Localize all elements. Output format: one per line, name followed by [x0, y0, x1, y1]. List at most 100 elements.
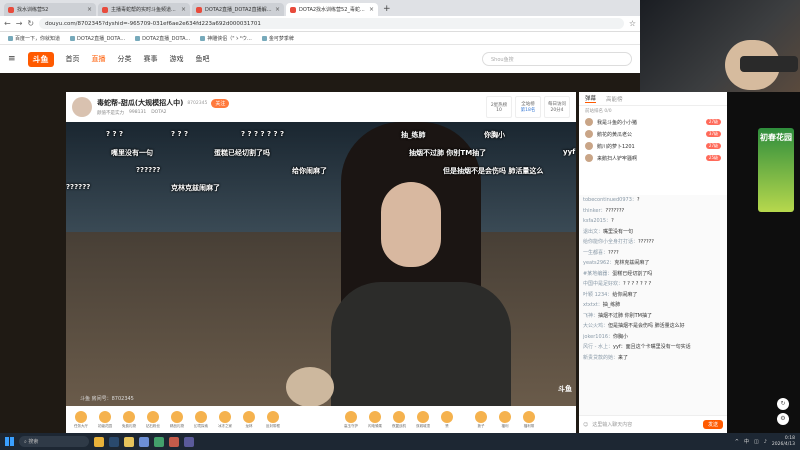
- ime-indicator[interactable]: 中: [744, 438, 749, 445]
- rank-row[interactable]: 鹅川的萝卜1201 27级: [579, 140, 727, 152]
- gift-item[interactable]: 任务大厅: [70, 410, 92, 429]
- reload-icon[interactable]: ↻: [27, 19, 34, 28]
- dragon-icon: [243, 410, 255, 423]
- new-tab-icon[interactable]: +: [383, 4, 391, 14]
- menu-icon[interactable]: ≡: [8, 54, 16, 64]
- windows-start-icon[interactable]: [5, 437, 14, 446]
- tab-rank[interactable]: 高能榜: [606, 95, 623, 103]
- site-rank-button[interactable]: 全站榜 第18名: [515, 96, 541, 118]
- app-icon[interactable]: [184, 436, 194, 447]
- bookmark-item[interactable]: DOTA2直播_DOTA...: [135, 35, 190, 42]
- chat-message-list[interactable]: tobecontinued0973：? thinker：??????? ksfa…: [579, 195, 727, 415]
- browser-tab-2[interactable]: 主播毒蛇帮的实时斗鱼频道... ×: [98, 3, 190, 16]
- site-search-input[interactable]: Shou鱼搜: [482, 52, 632, 66]
- gift-item[interactable]: 福利带: [518, 410, 540, 429]
- chat-message: tobecontinued0973：?: [583, 197, 640, 203]
- star-icon[interactable]: ☆: [629, 19, 636, 28]
- steam-icon[interactable]: [109, 436, 119, 447]
- event-banner[interactable]: 初春花园: [758, 128, 794, 212]
- site-logo[interactable]: 斗鱼: [27, 51, 54, 67]
- settings-icon[interactable]: ⚙: [777, 413, 789, 425]
- close-icon[interactable]: ×: [369, 6, 374, 13]
- gift-item[interactable]: 反封带框: [262, 410, 284, 429]
- emoji-icon[interactable]: ☺: [583, 422, 588, 428]
- room-title: 毒蛇帮-甜瓜(大规模招人中): [97, 99, 184, 107]
- gift-item[interactable]: 扳子: [470, 410, 492, 429]
- douyu-favicon-icon: [290, 6, 296, 13]
- video-logo: 斗鱼: [558, 385, 572, 393]
- system-tray: ^ 中 ◫ ♪ 0:18 2026/4/13: [735, 436, 795, 448]
- hot-rank-button[interactable]: 2星热榜 10: [486, 96, 512, 118]
- gift-item[interactable]: 幻境探索: [190, 410, 212, 429]
- url-field[interactable]: douyu.com/8702345?dyshid=-965709-031ef6a…: [39, 18, 624, 29]
- bookmarks-bar: 百度一下，你就知道 DOTA2直播_DOTA... DOTA2直播_DOTA..…: [0, 32, 640, 45]
- browser-tab-3[interactable]: DOTA2直播_DOTA2直播解说... ×: [192, 3, 284, 16]
- rank-row[interactable]: 来鹅扫人铲牢骚啊 25级: [579, 152, 727, 164]
- danmaku-text: 抽_练肺: [401, 131, 426, 139]
- thumbs-up-icon: [441, 410, 453, 423]
- rank-row[interactable]: 我是斗鱼的小小猪 27级: [579, 116, 727, 128]
- app-icon[interactable]: [169, 436, 179, 447]
- close-icon[interactable]: ×: [181, 6, 186, 13]
- app-icon[interactable]: [139, 436, 149, 447]
- refresh-icon[interactable]: ↻: [777, 398, 789, 410]
- browser-tab-4[interactable]: DOTA2找水训练营52_毒蛇... ×: [286, 3, 378, 16]
- douyu-favicon-icon: [102, 6, 108, 13]
- room-tag[interactable]: 颜值不是实力: [97, 110, 124, 116]
- gift-item[interactable]: 钻石粉丝: [142, 410, 164, 429]
- gift-item[interactable]: 初级花园: [94, 410, 116, 429]
- room-tag[interactable]: DOTA2: [151, 110, 166, 116]
- gift-item[interactable]: 免费礼物: [118, 410, 140, 429]
- gift-item[interactable]: 双城城顶: [412, 410, 434, 429]
- bookmark-item[interactable]: DOTA2直播_DOTA...: [70, 35, 125, 42]
- video-player[interactable]: ? ? ? ? ? ? ? ? ? ? ? ? ? 抽_练肺 你胸小 嘴里没有一…: [66, 122, 576, 406]
- level-badge: 27级: [705, 143, 721, 149]
- nav-games[interactable]: 游戏: [170, 54, 184, 64]
- gift-item[interactable]: 高玉守护: [340, 410, 362, 429]
- gift-item[interactable]: 冰冻之家: [214, 410, 236, 429]
- chrome-icon[interactable]: [94, 436, 104, 447]
- gift-item[interactable]: 夜翼战机: [388, 410, 410, 429]
- gift-item[interactable]: 精品礼物: [166, 410, 188, 429]
- network-icon[interactable]: ◫: [754, 439, 759, 445]
- danmaku-text: 蛋糕已经切割了吗: [214, 149, 270, 157]
- nav-category[interactable]: 分类: [118, 54, 132, 64]
- explore-icon: [195, 410, 207, 423]
- daily-visit-button[interactable]: 每日访问 20分4: [544, 96, 570, 118]
- back-icon[interactable]: ←: [4, 19, 11, 28]
- nav-home[interactable]: 首页: [66, 54, 80, 64]
- close-icon[interactable]: ×: [87, 6, 92, 13]
- app-icon[interactable]: [154, 436, 164, 447]
- rank-row[interactable]: 鹅花的黄瓜老公 37级: [579, 128, 727, 140]
- gift-item[interactable]: 福利: [494, 410, 516, 429]
- send-button[interactable]: 发送: [702, 420, 723, 429]
- danmaku-text: 抽烟不过肺 你别TM抽了: [409, 149, 487, 157]
- address-bar-row: ← → ↻ douyu.com/8702345?dyshid=-965709-0…: [0, 16, 640, 32]
- volume-icon[interactable]: ♪: [764, 439, 767, 445]
- level-badge: 27级: [705, 119, 721, 125]
- gift-item[interactable]: 龙林: [238, 410, 260, 429]
- avatar: [585, 130, 593, 138]
- avatar[interactable]: [72, 97, 92, 117]
- forward-icon[interactable]: →: [16, 19, 23, 28]
- tab-danmaku[interactable]: 弹幕: [585, 94, 597, 103]
- danmaku-text: 嘴里没有一句: [111, 149, 153, 157]
- nav-events[interactable]: 赛事: [144, 54, 158, 64]
- clock[interactable]: 0:18 2026/4/13: [772, 436, 795, 448]
- chevron-up-icon[interactable]: ^: [735, 439, 739, 445]
- bookmark-item[interactable]: 百度一下，你就知道: [8, 35, 60, 42]
- nav-live[interactable]: 直播: [92, 54, 106, 64]
- browser-tab-1[interactable]: 找水训练营52 ×: [4, 3, 96, 16]
- nav-fishbar[interactable]: 鱼吧: [196, 54, 210, 64]
- bookmark-item[interactable]: 神雕侠侣（"ゝ°ウ...: [200, 35, 252, 42]
- taskbar-search-input[interactable]: ⌕ 搜索: [19, 436, 89, 447]
- follow-button[interactable]: 关注: [211, 98, 230, 108]
- lightning-icon: [369, 410, 381, 423]
- close-icon[interactable]: ×: [275, 6, 280, 13]
- gift-item[interactable]: 赞: [436, 410, 458, 429]
- bookmark-item[interactable]: 金可梦季稗: [262, 35, 294, 42]
- chat-message: 新贵贷款的她：来了: [583, 354, 629, 361]
- chat-input[interactable]: ☺ 这里输入聊天内容 发送: [579, 415, 727, 433]
- file-explorer-icon[interactable]: [124, 436, 134, 447]
- gift-item[interactable]: 闪电骑乘: [364, 410, 386, 429]
